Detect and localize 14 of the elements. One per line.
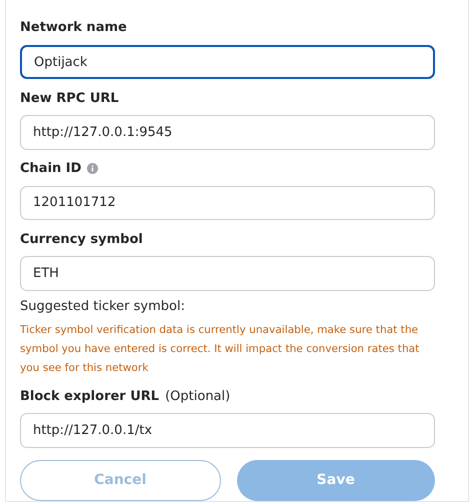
optional-label: (Optional) bbox=[165, 388, 230, 404]
field-label: Chain ID bbox=[20, 161, 82, 176]
field-label: Currency symbol bbox=[20, 232, 143, 247]
input-field[interactable]: http://127.0.0.1/tx bbox=[20, 413, 435, 448]
field-label: Network name bbox=[20, 20, 127, 36]
field-label: New RPC URL bbox=[20, 90, 119, 106]
input-field[interactable]: http://127.0.0.1:9545 bbox=[20, 115, 435, 150]
warning-message: Ticker symbol verification data is currently unavailable, make sure that the symbol you have entered is correct. It will impact the conversion rates that you see for this network bbox=[20, 322, 420, 376]
input-field[interactable]: 1201101712 bbox=[20, 186, 435, 220]
info-icon[interactable] bbox=[87, 163, 98, 174]
input-field[interactable]: ETH bbox=[20, 256, 435, 291]
input-field[interactable]: Optijack bbox=[20, 44, 435, 80]
field-label: Block explorer URL bbox=[20, 388, 160, 404]
suggestion-label: Suggested ticker symbol: bbox=[20, 298, 186, 314]
